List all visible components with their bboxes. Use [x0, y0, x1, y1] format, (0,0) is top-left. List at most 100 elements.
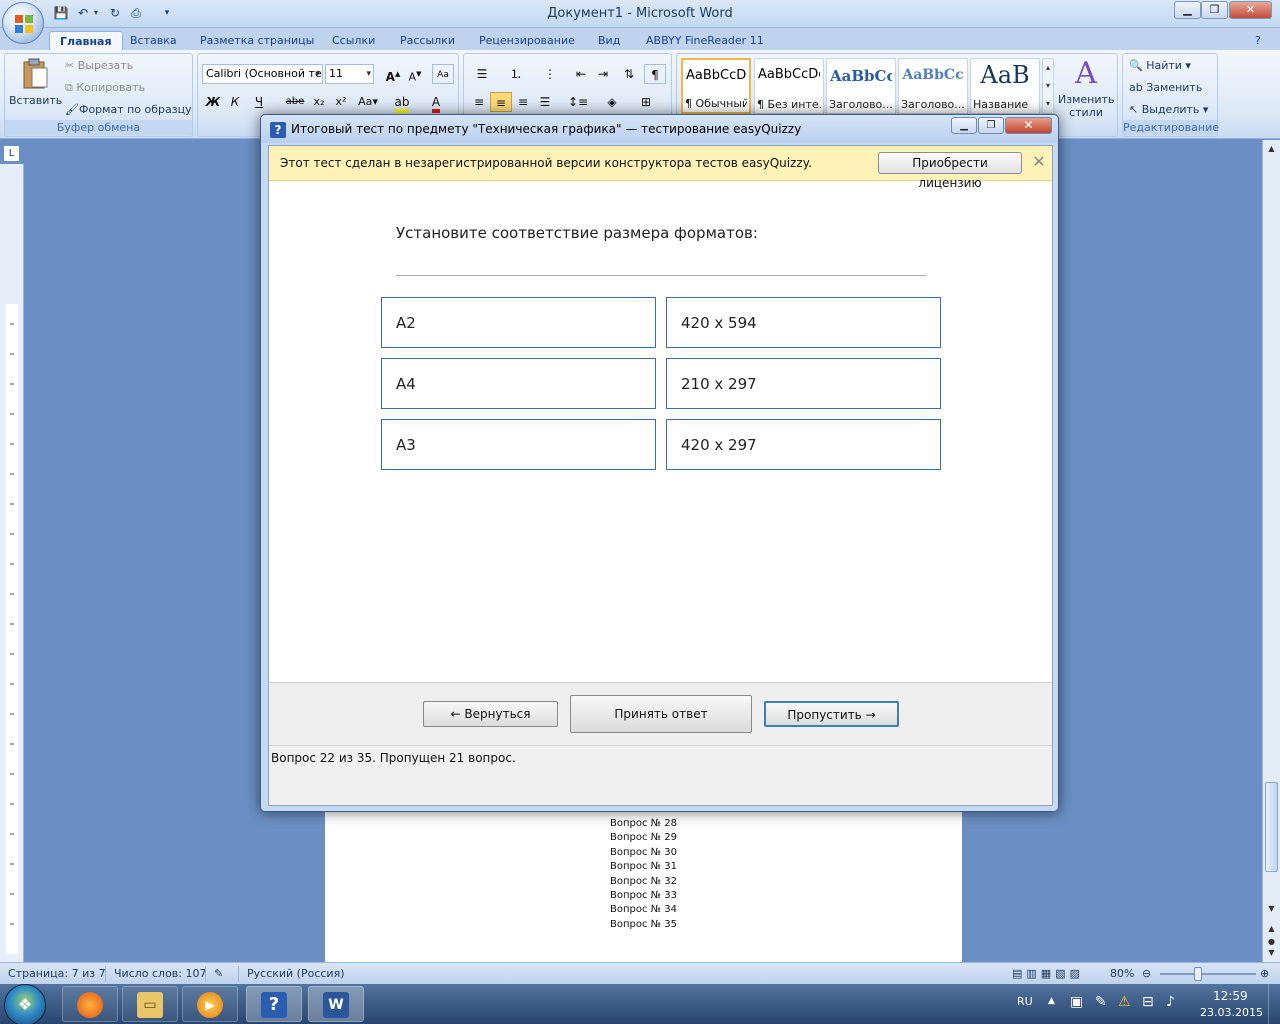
- styles-scroll[interactable]: ▴ ▾ ▾: [1042, 58, 1054, 114]
- subscript-icon[interactable]: x₂: [308, 92, 330, 112]
- close-button[interactable]: ✕: [1229, 1, 1272, 19]
- tab-home[interactable]: Главная: [49, 31, 123, 50]
- taskbar-explorer[interactable]: ▭: [122, 986, 178, 1022]
- dialog-minimize-button[interactable]: ▁: [951, 117, 977, 134]
- browse-object-icon[interactable]: ●: [1265, 937, 1278, 948]
- borders-icon[interactable]: ⊞: [632, 92, 660, 112]
- decrease-indent-icon[interactable]: ⇤: [570, 64, 592, 84]
- zoom-out-icon[interactable]: ⊖: [1142, 966, 1151, 982]
- multilevel-list-icon[interactable]: ⋮: [536, 64, 564, 84]
- scrollbar-thumb[interactable]: [1265, 782, 1278, 872]
- tab-insert[interactable]: Вставка: [120, 31, 187, 50]
- help-icon[interactable]: ?: [1255, 31, 1261, 50]
- back-button[interactable]: ← Вернуться: [423, 701, 558, 727]
- taskbar-firefox[interactable]: [62, 986, 118, 1022]
- underline-icon[interactable]: Ч: [248, 92, 270, 112]
- dialog-title-bar[interactable]: ? Итоговый тест по предмету "Техническая…: [261, 115, 1058, 143]
- change-styles-button[interactable]: A Изменить стили: [1058, 56, 1114, 122]
- tray-app-icon[interactable]: ▣: [1070, 994, 1083, 1010]
- italic-icon[interactable]: К: [224, 92, 246, 112]
- style-heading-2[interactable]: AaBbCc Заголово...: [898, 58, 968, 114]
- vertical-scrollbar[interactable]: ▲ ▼ ▲ ● ▼: [1262, 140, 1280, 962]
- match-left-item[interactable]: A4: [381, 358, 656, 409]
- taskbar-word[interactable]: W: [308, 986, 364, 1022]
- bullets-icon[interactable]: ☰: [468, 64, 496, 84]
- word-count[interactable]: Число слов: 107: [114, 966, 207, 982]
- match-right-item[interactable]: 420 x 594: [666, 297, 941, 348]
- tray-app-icon[interactable]: ✎: [1095, 994, 1107, 1010]
- accept-answer-button[interactable]: Принять ответ: [570, 695, 752, 733]
- bold-icon[interactable]: Ж: [202, 92, 224, 112]
- proofing-icon[interactable]: ✎: [214, 966, 223, 982]
- tab-mailings[interactable]: Рассылки: [390, 31, 465, 50]
- cut-button[interactable]: ✂ Вырезать: [65, 57, 133, 75]
- match-right-item[interactable]: 210 x 297: [666, 358, 941, 409]
- tab-selector[interactable]: L: [3, 145, 20, 162]
- style-heading-1[interactable]: AaBbCc Заголово...: [826, 58, 896, 114]
- start-button[interactable]: ❖: [4, 984, 46, 1024]
- tab-view[interactable]: Вид: [588, 31, 630, 50]
- font-name-combo[interactable]: Calibri (Основной текст): [202, 64, 323, 84]
- shading-icon[interactable]: ◈: [598, 92, 626, 112]
- language-tray[interactable]: RU: [1017, 995, 1033, 1008]
- shrink-font-icon[interactable]: A▼: [404, 64, 426, 84]
- view-buttons[interactable]: ▤▥▦▧▨: [1012, 966, 1084, 982]
- style-normal[interactable]: AaBbCcDc ¶ Обычный: [681, 58, 751, 114]
- close-icon[interactable]: ✕: [1031, 153, 1047, 171]
- buy-license-button[interactable]: Приобрести лицензию: [878, 152, 1022, 190]
- clock-date[interactable]: 23.03.2015: [1200, 1006, 1263, 1019]
- scroll-down-icon[interactable]: ▼: [1265, 904, 1278, 917]
- style-title[interactable]: AaB Название: [970, 58, 1040, 114]
- next-page-icon[interactable]: ▼: [1265, 948, 1278, 961]
- show-hidden-icons[interactable]: ▲: [1048, 996, 1055, 1006]
- match-right-item[interactable]: 420 x 297: [666, 419, 941, 470]
- paste-button[interactable]: Вставить: [9, 56, 62, 116]
- language-indicator[interactable]: Русский (Россия): [247, 966, 345, 982]
- taskbar-media-player[interactable]: ▶: [182, 986, 238, 1022]
- copy-button[interactable]: ⧉ Копировать: [65, 79, 145, 97]
- justify-icon[interactable]: ☰: [534, 92, 556, 112]
- clear-format-icon[interactable]: Aa: [432, 64, 454, 84]
- change-case-icon[interactable]: Aa▾: [354, 92, 382, 112]
- numbering-icon[interactable]: ⒈: [502, 64, 530, 84]
- tab-page-layout[interactable]: Разметка страницы: [190, 31, 324, 50]
- increase-indent-icon[interactable]: ⇥: [592, 64, 614, 84]
- line-spacing-icon[interactable]: ↕≡: [564, 92, 592, 112]
- office-button[interactable]: [2, 2, 44, 44]
- grow-font-icon[interactable]: A▲: [382, 64, 404, 84]
- dialog-restore-button[interactable]: ❐: [978, 117, 1004, 134]
- tab-abbyy[interactable]: ABBYY FineReader 11: [636, 31, 774, 50]
- zoom-slider-thumb[interactable]: [1194, 967, 1202, 981]
- match-left-item[interactable]: A2: [381, 297, 656, 348]
- prev-page-icon[interactable]: ▲: [1265, 924, 1278, 937]
- strikethrough-icon[interactable]: abe: [284, 92, 306, 112]
- format-painter-button[interactable]: 🖌Формат по образцу: [65, 101, 192, 119]
- zoom-slider[interactable]: [1160, 973, 1256, 975]
- font-color-icon[interactable]: A: [422, 92, 450, 113]
- match-left-item[interactable]: A3: [381, 419, 656, 470]
- document-page[interactable]: Вопрос № 28 Вопрос № 29 Вопрос № 30 Вопр…: [325, 800, 962, 962]
- network-icon[interactable]: ⊟: [1142, 994, 1154, 1010]
- tab-review[interactable]: Рецензирование: [469, 31, 585, 50]
- show-desktop-button[interactable]: [1268, 984, 1280, 1024]
- clock-time[interactable]: 12:59: [1213, 989, 1248, 1003]
- taskbar-easyquizzy[interactable]: ?: [246, 986, 302, 1022]
- font-size-combo[interactable]: 11: [325, 64, 374, 84]
- minimize-button[interactable]: ▁: [1174, 1, 1201, 19]
- page-counter[interactable]: Страница: 7 из 7: [8, 966, 106, 982]
- zoom-level[interactable]: 80%: [1110, 966, 1134, 982]
- select-button[interactable]: ↖ Выделить ▾: [1129, 101, 1208, 119]
- align-right-icon[interactable]: ≡: [512, 92, 534, 112]
- replace-button[interactable]: ab Заменить: [1129, 79, 1202, 97]
- skip-button[interactable]: Пропустить →: [764, 701, 899, 727]
- scroll-up-icon[interactable]: ▲: [1265, 144, 1278, 157]
- restore-button[interactable]: ❐: [1201, 1, 1228, 19]
- dialog-close-button[interactable]: ✕: [1005, 117, 1052, 134]
- tab-references[interactable]: Ссылки: [322, 31, 385, 50]
- superscript-icon[interactable]: x²: [330, 92, 352, 112]
- style-no-spacing[interactable]: AaBbCcDc ¶ Без инте...: [754, 58, 824, 114]
- volume-icon[interactable]: ♪: [1166, 994, 1175, 1010]
- zoom-in-icon[interactable]: ⊕: [1260, 966, 1269, 982]
- show-marks-icon[interactable]: ¶: [644, 64, 666, 84]
- highlight-icon[interactable]: ab: [388, 92, 416, 113]
